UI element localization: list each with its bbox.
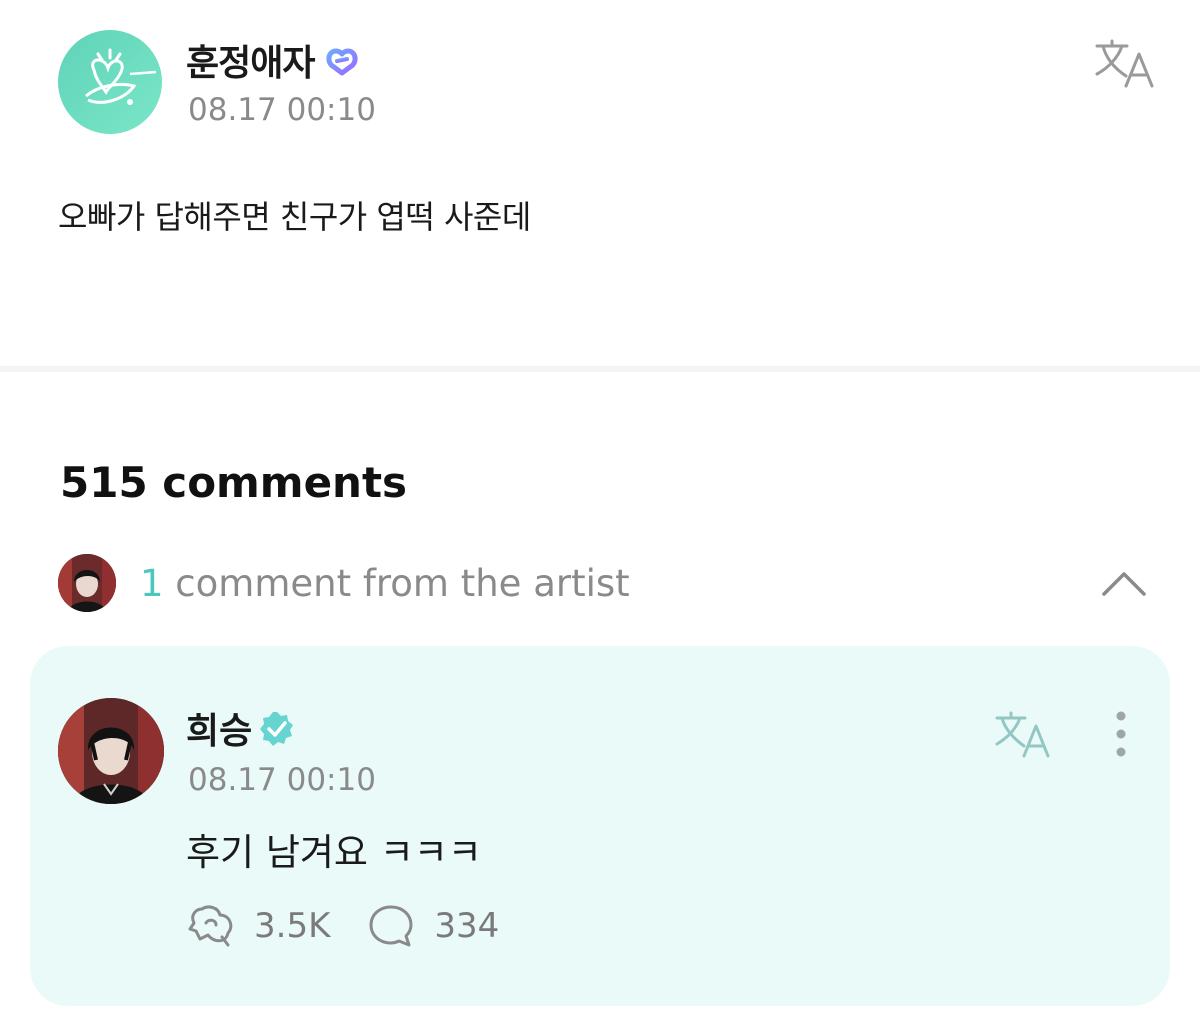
translate-icon[interactable]: [994, 710, 1054, 760]
like-icon[interactable]: [186, 903, 236, 949]
user-avatar[interactable]: [58, 30, 162, 134]
artist-photo: [58, 698, 164, 804]
post-author-name: 훈정애자: [186, 43, 315, 84]
comments-count: 515 comments: [60, 458, 408, 507]
artist-photo: [58, 554, 116, 612]
artist-comments-toggle[interactable]: 1 comment from the artist: [58, 554, 1148, 614]
artist-comments-label: 1 comment from the artist: [140, 562, 630, 605]
artist-mini-avatar: [58, 554, 116, 612]
artist-comment-count: 1: [140, 562, 164, 605]
like-count: 3.5K: [254, 906, 331, 946]
more-vertical-icon[interactable]: [1106, 710, 1136, 758]
comment-actions: 3.5K 334: [186, 902, 535, 950]
post-author[interactable]: 훈정애자: [186, 34, 362, 86]
post-header: 훈정애자 08.17 00:10: [58, 30, 1158, 140]
artist-comment-timestamp: 08.17 00:10: [188, 762, 376, 798]
artist-name[interactable]: 희승: [186, 702, 296, 754]
post-body: 오빠가 답해주면 친구가 엽떡 사준데: [58, 198, 531, 236]
reply-icon[interactable]: [366, 903, 416, 949]
artist-comment-text: 후기 남겨요 ㅋㅋㅋ: [186, 831, 482, 874]
verified-badge-icon: [260, 712, 294, 746]
artist-avatar[interactable]: [58, 698, 164, 804]
heart-doodle-icon: [85, 48, 157, 105]
artist-comment-card: 희승 08.17 00:10 후기 남겨요 ㅋㅋㅋ 3.5K 334: [30, 646, 1170, 1006]
section-divider: [0, 366, 1200, 372]
chevron-up-icon[interactable]: [1100, 560, 1148, 608]
translate-icon[interactable]: [1094, 38, 1158, 90]
reply-count: 334: [434, 906, 500, 946]
artist-comment-text: comment from the artist: [163, 562, 630, 605]
fan-badge-icon: [326, 48, 358, 76]
artist-name-text: 희승: [186, 711, 253, 752]
post-timestamp: 08.17 00:10: [188, 92, 376, 128]
